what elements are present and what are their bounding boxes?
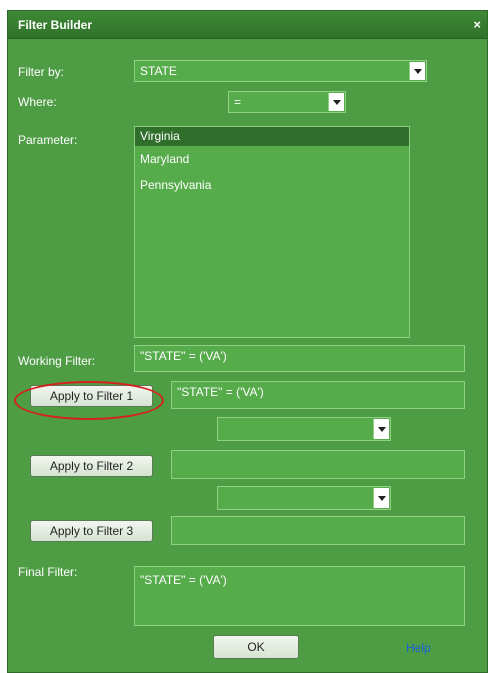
list-item[interactable]: Pennsylvania	[135, 172, 409, 198]
apply-to-filter-3-button[interactable]: Apply to Filter 3	[30, 520, 153, 542]
filter-by-select[interactable]: STATE	[134, 60, 427, 82]
working-filter-field[interactable]: "STATE" = ('VA')	[134, 345, 465, 372]
dialog-title: Filter Builder	[18, 18, 93, 32]
where-label: Where:	[18, 95, 57, 109]
filter-by-value: STATE	[140, 64, 177, 78]
final-filter-label: Final Filter:	[18, 565, 78, 579]
chevron-down-icon[interactable]	[328, 93, 344, 111]
parameter-listbox[interactable]: Virginia Maryland Pennsylvania	[134, 126, 410, 338]
filter-2-field[interactable]	[171, 450, 465, 479]
combine-operator-2-select[interactable]	[217, 486, 391, 510]
annotation-highlight-ellipse	[14, 381, 164, 420]
combine-operator-1-select[interactable]	[217, 417, 391, 441]
chevron-down-icon[interactable]	[373, 419, 389, 439]
chevron-down-icon[interactable]	[373, 488, 389, 508]
dialog-titlebar: Filter Builder ×	[8, 11, 487, 39]
final-filter-field[interactable]: "STATE" = ('VA')	[134, 566, 465, 626]
help-link[interactable]: Help	[406, 641, 431, 655]
close-icon[interactable]: ×	[473, 17, 481, 32]
chevron-down-icon[interactable]	[409, 62, 425, 80]
where-operator-select[interactable]: =	[228, 91, 346, 113]
filter-3-field[interactable]	[171, 516, 465, 545]
filter-builder-dialog: Filter Builder × Filter by: STATE Where:…	[7, 10, 488, 673]
ok-button[interactable]: OK	[213, 635, 299, 659]
list-item[interactable]: Maryland	[135, 146, 409, 172]
working-filter-label: Working Filter:	[18, 354, 96, 368]
where-operator-value: =	[234, 95, 242, 109]
filter-1-field[interactable]: "STATE" = ('VA')	[171, 381, 465, 409]
apply-to-filter-2-button[interactable]: Apply to Filter 2	[30, 455, 153, 477]
parameter-label: Parameter:	[18, 133, 78, 147]
filter-by-label: Filter by:	[18, 65, 65, 79]
list-item[interactable]: Virginia	[135, 127, 409, 146]
